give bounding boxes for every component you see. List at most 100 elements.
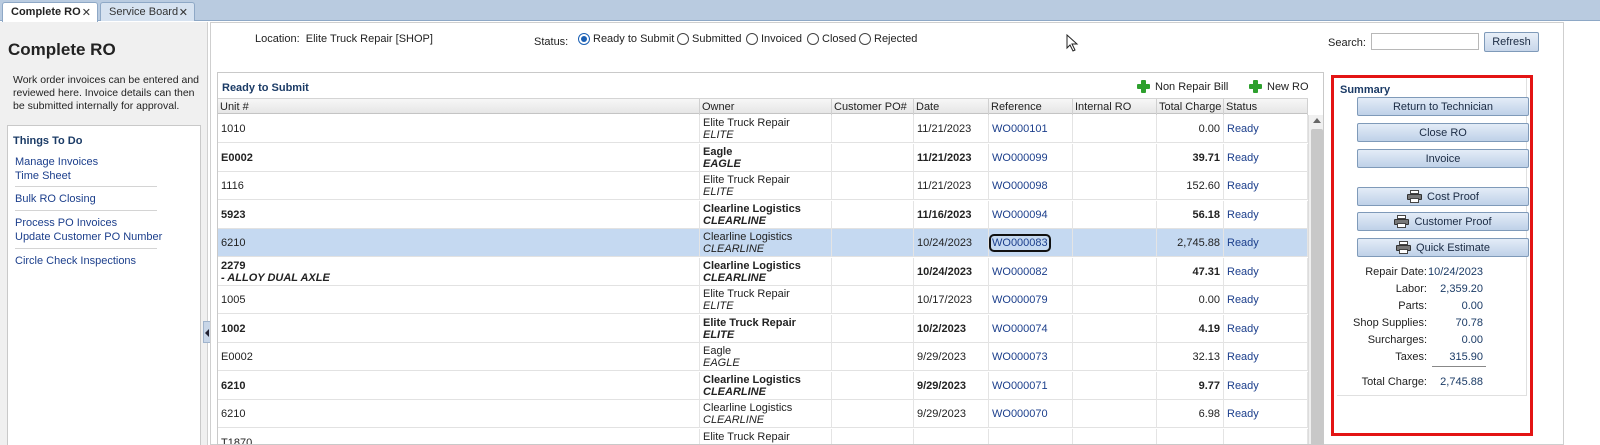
cell-reference[interactable]: WO000074 <box>989 314 1073 343</box>
cell-reference[interactable] <box>989 428 1073 444</box>
reference-link[interactable]: WO000070 <box>992 408 1048 420</box>
cell-reference[interactable]: WO000082 <box>989 257 1073 286</box>
close-icon[interactable]: ✕ <box>179 6 188 19</box>
table-row[interactable]: 6210 Clearline Logistics CLEARLINE 9/29/202… <box>218 371 1308 400</box>
search-input[interactable] <box>1371 33 1479 50</box>
quick-estimate-button[interactable]: Quick Estimate <box>1357 238 1529 257</box>
close-icon[interactable]: ✕ <box>82 6 91 19</box>
reference-link[interactable]: WO000094 <box>992 209 1048 221</box>
cell-status[interactable]: Ready <box>1224 200 1308 229</box>
status-link[interactable]: Ready <box>1227 152 1259 164</box>
status-link[interactable]: Ready <box>1227 123 1259 135</box>
table-row[interactable]: 1005 Elite Truck Repair ELITE 10/17/2023 WO0… <box>218 286 1308 314</box>
cell-reference[interactable]: WO000099 <box>989 143 1073 172</box>
reference-link[interactable]: WO000082 <box>992 266 1048 278</box>
cell-status[interactable]: Ready <box>1224 257 1308 286</box>
cell-status[interactable]: Ready <box>1224 314 1308 343</box>
reference-link[interactable]: WO000074 <box>992 323 1048 335</box>
status-radio-invoiced[interactable]: Invoiced <box>746 32 802 46</box>
cell-reference[interactable]: WO000073 <box>989 343 1073 371</box>
cell-status[interactable]: Ready <box>1224 371 1308 400</box>
total-charge: 0.00 <box>1198 294 1220 306</box>
reference-link[interactable]: WO000099 <box>992 152 1048 164</box>
reference-link[interactable]: WO000079 <box>992 294 1048 306</box>
table-row[interactable]: E0002 Eagle EAGLE 9/29/2023 WO000073 32.13 Rea… <box>218 343 1308 371</box>
customer-proof-button[interactable]: Customer Proof <box>1357 212 1529 231</box>
cell-reference[interactable]: WO000094 <box>989 200 1073 229</box>
tab-service-board[interactable]: Service Board ✕ <box>100 2 195 21</box>
tab-complete-ro[interactable]: Complete RO ✕ <box>2 2 98 22</box>
column-header-unit[interactable]: Unit # <box>218 99 700 115</box>
table-row[interactable]: E0002 Eagle EAGLE 11/21/2023 WO000099 39.71 Re… <box>218 143 1308 172</box>
column-header-customer-po[interactable]: Customer PO# <box>832 99 914 115</box>
column-header-total-charge[interactable]: Total Charge <box>1157 99 1224 115</box>
refresh-button[interactable]: Refresh <box>1484 32 1539 52</box>
column-header-status[interactable]: Status <box>1224 99 1308 115</box>
scroll-thumb[interactable] <box>1311 129 1323 444</box>
cell-status[interactable]: Ready <box>1224 172 1308 200</box>
cell-status[interactable]: Ready <box>1224 143 1308 172</box>
table-row[interactable]: 1002 Elite Truck Repair ELITE 10/2/2023 WO00… <box>218 314 1308 343</box>
cell-status[interactable]: Ready <box>1224 115 1308 143</box>
cell-reference[interactable]: WO000101 <box>989 115 1073 143</box>
table-row[interactable]: 1010 Elite Truck Repair ELITE 11/21/2023 WO0… <box>218 115 1308 143</box>
status-radio-closed[interactable]: Closed <box>807 32 856 46</box>
table-row[interactable]: 6210 Clearline Logistics CLEARLINE 9/29/202… <box>218 400 1308 428</box>
cell-status[interactable]: Ready <box>1224 229 1308 257</box>
cell-status[interactable]: Ready <box>1224 343 1308 371</box>
grid-scrollbar[interactable] <box>1308 115 1323 444</box>
link-manage-invoices[interactable]: Manage Invoices <box>15 156 98 168</box>
column-header-date[interactable]: Date <box>914 99 989 115</box>
close-ro-button[interactable]: Close RO <box>1357 123 1529 142</box>
status-link[interactable]: Ready <box>1227 294 1259 306</box>
labor-label: Labor: <box>1395 283 1427 295</box>
cell-status[interactable]: Ready <box>1224 286 1308 314</box>
table-row[interactable]: T1870 Elite Truck RepairELITE <box>218 428 1308 445</box>
non-repair-bill-button[interactable]: Non Repair Bill <box>1137 80 1228 93</box>
link-update-customer-po[interactable]: Update Customer PO Number <box>15 231 162 243</box>
reference-link[interactable]: WO000098 <box>992 180 1048 192</box>
link-bulk-ro-closing[interactable]: Bulk RO Closing <box>15 193 96 205</box>
invoice-button[interactable]: Invoice <box>1357 149 1529 168</box>
things-to-do-panel: Things To Do Manage Invoices Time Sheet … <box>7 125 201 445</box>
reference-link[interactable]: WO000101 <box>992 123 1048 135</box>
cell-status[interactable] <box>1224 428 1308 444</box>
status-radio-ready[interactable]: Ready to Submit <box>578 32 674 46</box>
unit-number: T1870 <box>221 436 253 445</box>
reference-link[interactable]: WO000083 <box>989 234 1051 252</box>
status-link[interactable]: Ready <box>1227 323 1259 335</box>
owner-code: ELITE <box>703 186 734 198</box>
table-row[interactable]: 5923 Clearline Logistics CLEARLINE 11/16/20… <box>218 200 1308 229</box>
link-circle-check[interactable]: Circle Check Inspections <box>15 255 136 267</box>
link-process-po-invoices[interactable]: Process PO Invoices <box>15 217 117 229</box>
cost-proof-button[interactable]: Cost Proof <box>1357 187 1529 206</box>
link-time-sheet[interactable]: Time Sheet <box>15 170 71 182</box>
status-radio-rejected[interactable]: Rejected <box>859 32 917 46</box>
cell-reference[interactable]: WO000083 <box>989 229 1073 257</box>
status-link[interactable]: Ready <box>1227 351 1259 363</box>
owner-name: Clearline Logistics <box>703 202 801 215</box>
scroll-up-icon[interactable] <box>1313 118 1321 123</box>
column-header-reference[interactable]: Reference <box>989 99 1073 115</box>
reference-link[interactable]: WO000073 <box>992 351 1048 363</box>
cell-status[interactable]: Ready <box>1224 400 1308 428</box>
cell-reference[interactable]: WO000098 <box>989 172 1073 200</box>
table-row[interactable]: 2279- ALLOY DUAL AXLE Clearline Logistics… <box>218 257 1308 286</box>
new-ro-button[interactable]: New RO <box>1249 80 1309 93</box>
reference-link[interactable]: WO000071 <box>992 380 1048 392</box>
status-link[interactable]: Ready <box>1227 266 1259 278</box>
cell-reference[interactable]: WO000079 <box>989 286 1073 314</box>
status-link[interactable]: Ready <box>1227 408 1259 420</box>
table-row[interactable]: 1116 Elite Truck Repair ELITE 11/21/2023 WO0… <box>218 172 1308 200</box>
column-header-internal-ro[interactable]: Internal RO <box>1073 99 1157 115</box>
status-link[interactable]: Ready <box>1227 237 1259 249</box>
cell-reference[interactable]: WO000070 <box>989 400 1073 428</box>
status-link[interactable]: Ready <box>1227 209 1259 221</box>
table-row[interactable]: 6210 Clearline Logistics CLEARLINE 10/24/20… <box>218 229 1308 257</box>
return-to-technician-button[interactable]: Return to Technician <box>1357 97 1529 116</box>
status-link[interactable]: Ready <box>1227 180 1259 192</box>
status-radio-submitted[interactable]: Submitted <box>677 32 742 46</box>
cell-reference[interactable]: WO000071 <box>989 371 1073 400</box>
status-link[interactable]: Ready <box>1227 380 1259 392</box>
column-header-owner[interactable]: Owner <box>700 99 832 115</box>
